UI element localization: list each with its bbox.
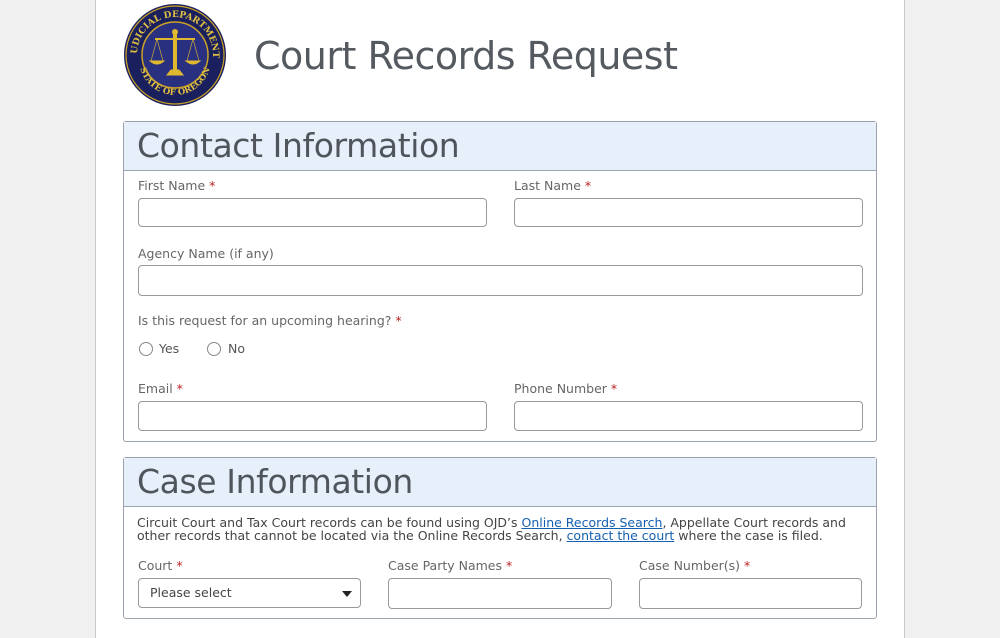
case-section-heading: Case Information [137, 462, 413, 501]
hearing-no-radio[interactable] [207, 342, 221, 356]
hearing-yes-radio[interactable] [139, 342, 153, 356]
required-asterisk: * [610, 381, 618, 396]
contact-information-section: Contact Information First Name * Last Na… [123, 121, 877, 442]
hearing-no-label[interactable]: No [228, 341, 245, 356]
first-name-input[interactable] [138, 198, 487, 227]
court-label: Court * [138, 558, 183, 573]
case-information-section: Case Information Circuit Court and Tax C… [123, 457, 877, 619]
form-page: JUDICIAL DEPARTMENT STATE OF OREGON Cour… [95, 0, 905, 638]
first-name-label: First Name * [138, 178, 216, 193]
required-asterisk: * [209, 178, 216, 193]
case-party-names-label: Case Party Names * [388, 558, 513, 573]
phone-number-label: Phone Number * [514, 381, 618, 396]
case-party-names-input[interactable] [388, 578, 612, 609]
required-asterisk: * [176, 381, 183, 396]
contact-section-heading: Contact Information [137, 126, 460, 165]
oregon-judicial-seal-logo: JUDICIAL DEPARTMENT STATE OF OREGON [120, 0, 227, 107]
required-asterisk: * [584, 178, 592, 193]
required-asterisk: * [744, 558, 751, 573]
required-asterisk: * [395, 313, 402, 328]
email-input[interactable] [138, 401, 487, 431]
case-info-note: Circuit Court and Tax Court records can … [137, 515, 846, 543]
contact-the-court-link[interactable]: contact the court [567, 528, 675, 543]
court-select[interactable]: Please select [138, 578, 361, 608]
case-section-header: Case Information [124, 458, 876, 507]
chevron-down-icon [342, 591, 352, 597]
phone-number-input[interactable] [514, 401, 863, 431]
case-numbers-input[interactable] [639, 578, 862, 609]
required-asterisk: * [506, 558, 513, 573]
last-name-input[interactable] [514, 198, 863, 227]
hearing-yes-label[interactable]: Yes [159, 341, 179, 356]
hearing-question-label: Is this request for an upcoming hearing?… [138, 313, 402, 328]
agency-name-label: Agency Name (if any) [138, 246, 274, 261]
email-label: Email * [138, 381, 183, 396]
agency-name-input[interactable] [138, 265, 863, 296]
contact-section-header: Contact Information [124, 122, 876, 171]
required-asterisk: * [176, 558, 183, 573]
page-title: Court Records Request [254, 34, 678, 78]
court-select-value: Please select [150, 585, 232, 600]
last-name-label: Last Name * [514, 178, 592, 193]
case-numbers-label: Case Number(s) * [639, 558, 751, 573]
